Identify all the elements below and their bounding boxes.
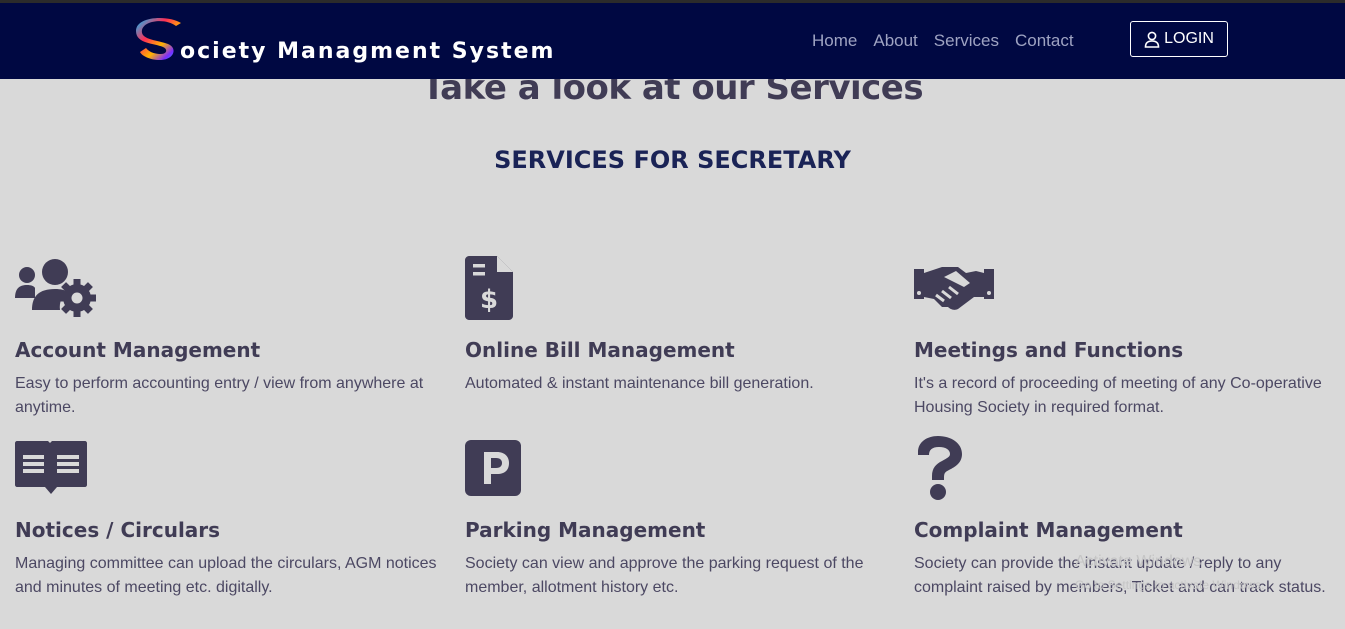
handshake-icon [914, 267, 994, 310]
question-icon [918, 436, 962, 500]
navbar: ociety Managment System Home About Servi… [0, 3, 1345, 79]
service-desc: Society can provide the instant update /… [914, 555, 1326, 596]
service-title: Account Management [15, 338, 261, 362]
service-desc: Society can view and approve the parking… [465, 555, 864, 596]
login-label: LOGIN [1164, 30, 1214, 47]
service-title: Complaint Management [914, 518, 1183, 542]
logo-s-icon [136, 18, 181, 60]
service-desc: It's a record of proceeding of meeting o… [914, 375, 1322, 416]
service-desc: Automated & instant maintenance bill gen… [465, 375, 814, 392]
nav-contact[interactable]: Contact [1015, 31, 1074, 51]
nav-home[interactable]: Home [812, 31, 857, 51]
book-open-icon [15, 441, 87, 494]
service-title: Parking Management [465, 518, 706, 542]
service-card-notices: Notices / Circulars Managing committee c… [15, 441, 445, 611]
service-title: Online Bill Management [465, 338, 735, 362]
parking-icon [465, 440, 521, 496]
brand-name: ociety Managment System [180, 39, 556, 64]
service-title: Notices / Circulars [15, 518, 221, 542]
service-desc: Managing committee can upload the circul… [15, 555, 437, 596]
service-desc: Easy to perform accounting entry / view … [15, 375, 424, 416]
service-title: Meetings and Functions [914, 338, 1184, 362]
nav-about[interactable]: About [873, 31, 917, 51]
login-button[interactable]: LOGIN [1130, 21, 1228, 57]
user-icon [1144, 31, 1160, 48]
invoice-dollar-icon: $ [465, 256, 513, 320]
svg-text:$: $ [480, 285, 498, 315]
nav-links: Home About Services Contact [812, 31, 1074, 51]
service-card-parking: Parking Management Society can view and … [465, 440, 895, 610]
brand[interactable]: ociety Managment System [136, 18, 555, 64]
service-card-bill: $ Online Bill Management Automated & ins… [465, 256, 895, 426]
page-subtitle: SERVICES FOR SECRETARY [494, 146, 851, 174]
service-card-account: Account Management Easy to perform accou… [15, 258, 445, 428]
users-gear-icon [15, 259, 96, 317]
service-card-meetings: Meetings and Functions It's a record of … [914, 263, 1344, 433]
service-card-complaint: Complaint Management Society can provide… [914, 436, 1344, 626]
nav-services[interactable]: Services [934, 31, 999, 51]
